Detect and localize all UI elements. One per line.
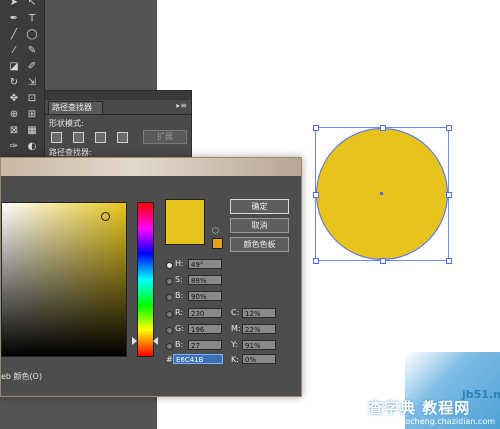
handle-bottom-right[interactable] <box>446 258 452 264</box>
shape-modes-label: 形状模式: <box>49 119 84 128</box>
m-field[interactable]: 22% <box>242 324 276 334</box>
r-field[interactable]: 230 <box>188 308 222 318</box>
handle-top-right[interactable] <box>446 125 452 131</box>
s-field[interactable]: 88% <box>188 275 222 285</box>
s-radio[interactable] <box>166 278 173 285</box>
shape-builder-tool-icon[interactable]: ⊕ <box>6 108 22 122</box>
y-field[interactable]: 91% <box>242 340 276 350</box>
m-label: M: <box>231 324 241 333</box>
type-tool-icon[interactable]: T <box>24 12 40 26</box>
cancel-button[interactable]: 取消 <box>230 218 289 233</box>
blob-brush-tool-icon[interactable]: ✐ <box>24 60 40 74</box>
s-label: S: <box>175 275 183 284</box>
b-field[interactable]: 90% <box>188 291 222 301</box>
b-label: B: <box>175 291 184 300</box>
hue-slider-right-arrow-icon[interactable] <box>153 337 158 345</box>
handle-middle-right[interactable] <box>446 192 452 198</box>
web-safe-swatch[interactable] <box>212 238 223 249</box>
dialog-title-bar[interactable] <box>1 158 301 176</box>
g-radio[interactable] <box>166 327 173 334</box>
web-colors-only-checkbox-label[interactable]: eb 颜色(O) <box>1 371 42 382</box>
eraser-tool-icon[interactable]: ◪ <box>6 60 22 74</box>
panel-menu-icon[interactable]: ▸≡ <box>176 101 187 110</box>
free-transform-tool-icon[interactable]: ⊡ <box>24 92 40 106</box>
direct-selection-tool-icon[interactable]: ↖ <box>24 0 40 10</box>
pen-tool-icon[interactable]: ✒ <box>6 12 22 26</box>
color-field[interactable] <box>1 202 127 357</box>
exclude-icon[interactable] <box>117 132 128 143</box>
handle-bottom-left[interactable] <box>313 258 319 264</box>
new-color-swatch <box>165 199 205 245</box>
minus-front-icon[interactable] <box>73 132 84 143</box>
selection-tool-icon[interactable]: ➤ <box>6 0 22 10</box>
b-radio[interactable] <box>166 294 173 301</box>
r-radio[interactable] <box>166 311 173 318</box>
h-label: H: <box>175 259 184 268</box>
mesh-tool-icon[interactable]: ⊠ <box>6 124 22 138</box>
pathfinder-panel: 路径查找器 ▸≡ 形状模式: 扩展 路径查找器: <box>44 90 192 167</box>
hex-label: # <box>166 355 173 364</box>
g-label: G: <box>175 324 184 333</box>
blend-tool-icon[interactable]: ◐ <box>24 140 40 154</box>
cube-warning-icon[interactable]: ⬡ <box>212 226 219 235</box>
color-picker-dialog: ⬡ 确定 取消 颜色色板 H: 49° S: 88% B: 90% R: 230… <box>0 157 302 397</box>
y-label: Y: <box>231 340 238 349</box>
line-tool-icon[interactable]: ╱ <box>6 28 22 42</box>
color-swatches-button[interactable]: 颜色色板 <box>230 237 289 252</box>
eyedropper-tool-icon[interactable]: ✑ <box>6 140 22 154</box>
k-field[interactable]: 0% <box>242 354 276 364</box>
color-field-cursor[interactable] <box>101 212 110 221</box>
g-field[interactable]: 196 <box>188 324 222 334</box>
perspective-grid-tool-icon[interactable]: ⊞ <box>24 108 40 122</box>
brush-tool-icon[interactable]: ⁄ <box>6 44 22 58</box>
r-label: R: <box>175 308 184 317</box>
c-label: C: <box>231 308 240 317</box>
tools-panel: ➤ ↖ ✒ T ╱ ◯ ⁄ ✎ ◪ ✐ ↻ ⇲ ✥ ⊡ ⊕ ⊞ ⊠ ▦ ✑ ◐ <box>0 0 45 165</box>
ok-button[interactable]: 确定 <box>230 199 289 214</box>
rotate-tool-icon[interactable]: ↻ <box>6 76 22 90</box>
handle-top-center[interactable] <box>380 125 386 131</box>
tab-pathfinder[interactable]: 路径查找器 <box>48 101 103 114</box>
hue-slider-left-arrow-icon[interactable] <box>132 337 137 345</box>
h-field[interactable]: 49° <box>188 259 222 269</box>
c-field[interactable]: 12% <box>242 308 276 318</box>
handle-middle-left[interactable] <box>313 192 319 198</box>
hue-slider[interactable] <box>137 202 154 357</box>
pencil-tool-icon[interactable]: ✎ <box>24 44 40 58</box>
intersect-icon[interactable] <box>95 132 106 143</box>
rgb-b-radio[interactable] <box>166 343 173 350</box>
handle-top-left[interactable] <box>313 125 319 131</box>
warp-tool-icon[interactable]: ✥ <box>6 92 22 106</box>
watermark-url: jiaocheng.chazidian.com <box>396 417 496 426</box>
rgb-b-field[interactable]: 27 <box>188 340 222 350</box>
scale-tool-icon[interactable]: ⇲ <box>24 76 40 90</box>
gradient-tool-icon[interactable]: ▦ <box>24 124 40 138</box>
h-radio[interactable] <box>166 262 173 269</box>
hex-field[interactable]: E6C41B <box>173 354 223 364</box>
center-point <box>380 192 383 195</box>
ellipse-tool-icon[interactable]: ◯ <box>24 28 40 42</box>
k-label: K: <box>231 355 239 364</box>
handle-bottom-center[interactable] <box>380 258 386 264</box>
expand-button[interactable]: 扩展 <box>143 130 187 144</box>
unite-icon[interactable] <box>51 132 62 143</box>
rgb-b-label: B: <box>175 340 184 349</box>
watermark-title: 查字典 教程网 <box>368 399 471 417</box>
divider <box>45 114 191 115</box>
panel-header-bar[interactable] <box>45 91 191 100</box>
